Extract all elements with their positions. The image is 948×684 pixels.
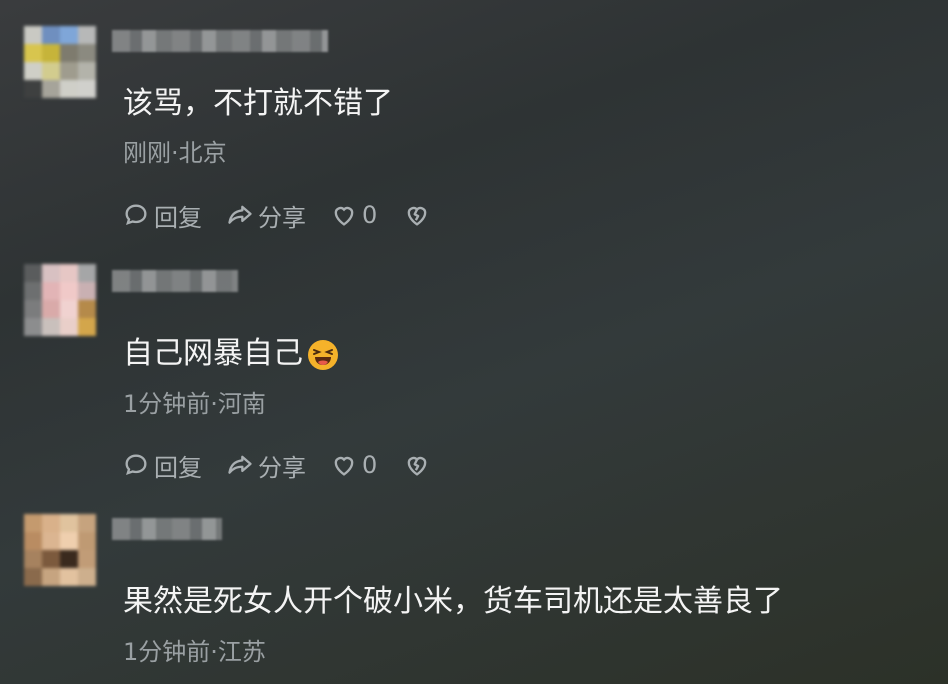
avatar[interactable] [24, 264, 96, 336]
avatar-pixel [60, 318, 78, 336]
username-blurred[interactable] [112, 30, 328, 52]
avatar-pixel [60, 532, 78, 550]
comment-text: 果然是死女人开个破小米，货车司机还是太善良了 [123, 584, 783, 619]
avatar-pixel [42, 26, 60, 44]
avatar-pixel [42, 568, 60, 586]
avatar-pixel [24, 282, 42, 300]
avatar-pixel [42, 514, 60, 532]
avatar-pixel [60, 44, 78, 62]
avatar[interactable] [24, 26, 96, 98]
like-count: 0 [362, 451, 378, 479]
broken-heart-icon [407, 206, 427, 226]
reply-label: 回复 [154, 203, 202, 232]
avatar-pixel [24, 532, 42, 550]
avatar-pixel [42, 44, 60, 62]
avatar-pixel [24, 264, 42, 282]
avatar-pixel [78, 514, 96, 532]
avatar-pixel [78, 80, 96, 98]
dislike-button[interactable] [403, 451, 435, 479]
avatar-pixel [60, 550, 78, 568]
avatar-pixel [78, 44, 96, 62]
avatar-pixel [78, 318, 96, 336]
username-blurred[interactable] [112, 270, 238, 292]
avatar-pixel [60, 514, 78, 532]
avatar-pixel [60, 26, 78, 44]
share-icon [228, 205, 252, 224]
avatar-pixel [24, 44, 42, 62]
comment-text: 自己网暴自己 [123, 336, 339, 372]
avatar-pixel [60, 62, 78, 80]
comment-meta: 刚刚·北京 [123, 139, 227, 167]
avatar-pixel [42, 80, 60, 98]
avatar-pixel [42, 264, 60, 282]
avatar-pixel [78, 300, 96, 318]
avatar-pixel [24, 568, 42, 586]
heart-icon [334, 456, 354, 476]
avatar-pixel [42, 62, 60, 80]
comment-text: 该骂，不打就不错了 [123, 86, 393, 121]
like-button[interactable]: 0 [330, 201, 377, 229]
share-icon [228, 455, 252, 474]
reply-icon [125, 454, 147, 476]
avatar-pixel [42, 300, 60, 318]
avatar-pixel [24, 514, 42, 532]
reply-icon [125, 204, 147, 226]
avatar-pixel [42, 532, 60, 550]
avatar-pixel [60, 282, 78, 300]
reply-button[interactable]: 回复 [122, 448, 202, 483]
comment-meta: 1分钟前·江苏 [123, 638, 266, 666]
avatar-pixel [60, 264, 78, 282]
broken-heart-icon [407, 456, 427, 476]
like-count: 0 [362, 201, 378, 229]
avatar-pixel [24, 26, 42, 44]
share-button[interactable]: 分享 [226, 448, 306, 483]
avatar-pixel [78, 532, 96, 550]
comment-actions: 回复 分享 0 [122, 198, 459, 232]
avatar-pixel [78, 62, 96, 80]
avatar-pixel [60, 568, 78, 586]
avatar-pixel [60, 300, 78, 318]
username-blurred[interactable] [112, 518, 222, 540]
avatar-pixel [24, 300, 42, 318]
avatar-pixel [78, 264, 96, 282]
avatar-pixel [78, 282, 96, 300]
like-button[interactable]: 0 [330, 451, 377, 479]
avatar-pixel [78, 26, 96, 44]
comment-meta: 1分钟前·河南 [123, 390, 266, 418]
laughing-emoji-icon [308, 339, 338, 370]
avatar-pixel [24, 62, 42, 80]
dislike-button[interactable] [403, 201, 435, 229]
heart-icon [334, 206, 354, 226]
avatar-pixel [42, 318, 60, 336]
comment-text-content: 自己网暴自己 [123, 336, 303, 371]
reply-button[interactable]: 回复 [122, 198, 202, 233]
avatar-pixel [78, 568, 96, 586]
avatar-pixel [42, 282, 60, 300]
reply-label: 回复 [154, 453, 202, 482]
avatar-pixel [24, 550, 42, 568]
avatar-pixel [42, 550, 60, 568]
avatar-pixel [78, 550, 96, 568]
avatar-pixel [60, 80, 78, 98]
avatar-pixel [24, 80, 42, 98]
share-button[interactable]: 分享 [226, 198, 306, 233]
share-label: 分享 [258, 453, 306, 482]
avatar-pixel [24, 318, 42, 336]
avatar[interactable] [24, 514, 96, 586]
comment-actions: 回复 分享 0 [122, 448, 459, 482]
share-label: 分享 [258, 203, 306, 232]
